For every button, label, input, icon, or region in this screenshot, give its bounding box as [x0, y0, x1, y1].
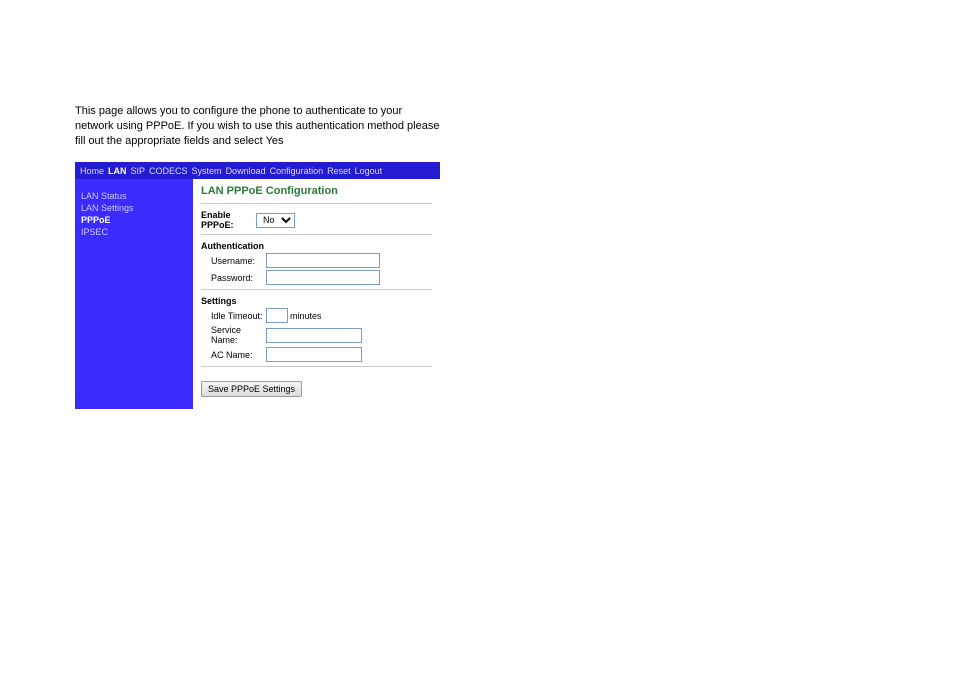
- service-name-input[interactable]: [266, 328, 362, 343]
- nav-download[interactable]: Download: [226, 166, 266, 176]
- top-nav: Home LAN SIP CODECS System Download Conf…: [75, 162, 440, 179]
- password-label: Password:: [201, 273, 266, 283]
- enable-pppoe-select[interactable]: No Yes: [256, 213, 295, 228]
- ac-name-input[interactable]: [266, 347, 362, 362]
- app-panel: Home LAN SIP CODECS System Download Conf…: [75, 162, 440, 409]
- idle-row: Idle Timeout: minutes: [201, 308, 432, 323]
- password-row: Password:: [201, 270, 432, 285]
- main-pane: LAN PPPoE Configuration Enable PPPoE: No…: [193, 179, 440, 409]
- save-button[interactable]: Save PPPoE Settings: [201, 381, 302, 397]
- nav-configuration[interactable]: Configuration: [270, 166, 324, 176]
- divider: [201, 289, 432, 290]
- enable-row: Enable PPPoE: No Yes: [201, 210, 432, 230]
- password-input[interactable]: [266, 270, 380, 285]
- page-title: LAN PPPoE Configuration: [201, 185, 432, 197]
- nav-lan[interactable]: LAN: [108, 166, 127, 176]
- idle-suffix: minutes: [290, 311, 322, 321]
- nav-sip[interactable]: SIP: [131, 166, 146, 176]
- auth-heading: Authentication: [201, 241, 432, 251]
- service-label: Service Name:: [201, 325, 266, 345]
- ac-row: AC Name:: [201, 347, 432, 362]
- sidebar-item-lan-settings[interactable]: LAN Settings: [81, 203, 187, 213]
- divider: [201, 234, 432, 235]
- username-input[interactable]: [266, 253, 380, 268]
- sidebar-item-ipsec[interactable]: IPSEC: [81, 227, 187, 237]
- sidebar-item-pppoe[interactable]: PPPoE: [81, 215, 187, 225]
- sidebar-item-lan-status[interactable]: LAN Status: [81, 191, 187, 201]
- body-row: LAN Status LAN Settings PPPoE IPSEC LAN …: [75, 179, 440, 409]
- page: This page allows you to configure the ph…: [0, 0, 954, 699]
- nav-codecs[interactable]: CODECS: [149, 166, 188, 176]
- sidebar: LAN Status LAN Settings PPPoE IPSEC: [75, 179, 193, 409]
- ac-label: AC Name:: [201, 350, 266, 360]
- intro-text: This page allows you to configure the ph…: [75, 104, 440, 149]
- username-row: Username:: [201, 253, 432, 268]
- username-label: Username:: [201, 256, 266, 266]
- idle-timeout-input[interactable]: [266, 308, 288, 323]
- nav-system[interactable]: System: [192, 166, 222, 176]
- nav-logout[interactable]: Logout: [355, 166, 383, 176]
- settings-heading: Settings: [201, 296, 432, 306]
- divider: [201, 366, 432, 367]
- idle-label: Idle Timeout:: [201, 311, 266, 321]
- divider: [201, 203, 432, 204]
- service-row: Service Name:: [201, 325, 432, 345]
- nav-home[interactable]: Home: [80, 166, 104, 176]
- enable-label: Enable PPPoE:: [201, 210, 256, 230]
- nav-reset[interactable]: Reset: [327, 166, 351, 176]
